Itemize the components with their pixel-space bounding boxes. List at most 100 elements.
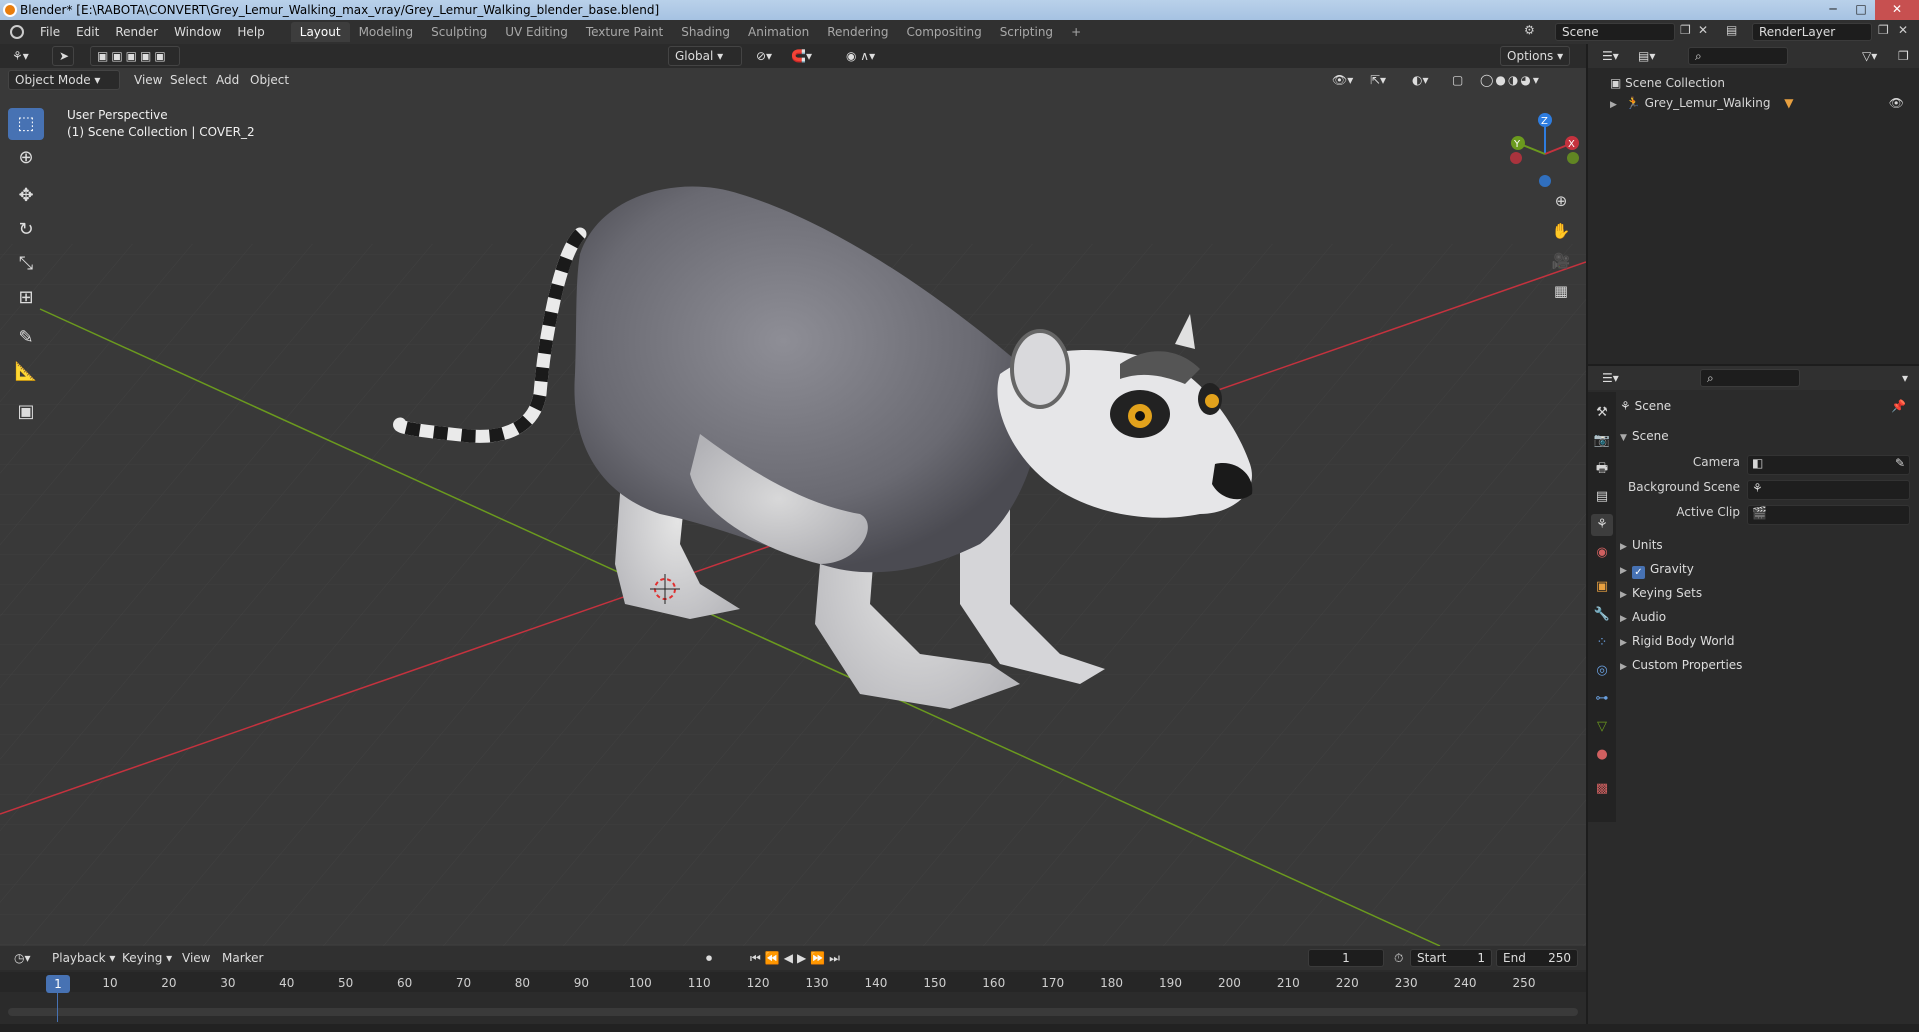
world-tab-icon[interactable]: ◉ [1591,542,1613,564]
outliner-editor-icon[interactable]: ☰▾ [1596,46,1625,66]
add-cube-tool-icon[interactable]: ▣ [8,396,44,428]
timeline-editor-icon[interactable]: ◷▾ [8,948,37,968]
ortho-grid-icon[interactable]: ▦ [1548,282,1574,304]
tab-animation[interactable]: Animation [739,22,818,42]
object-tab-icon[interactable]: ▣ [1591,576,1613,598]
particles-tab-icon[interactable]: ⁘ [1591,632,1613,654]
rigid-body-world-panel[interactable]: ▶ Rigid Body World [1620,631,1910,651]
cursor-tool-icon[interactable]: ⊕ [8,142,44,174]
eyedropper-icon[interactable]: ✎ [1895,456,1905,470]
background-scene-field[interactable]: ⚘ [1747,480,1910,500]
minimize-icon[interactable]: ─ [1819,0,1847,20]
properties-search-input[interactable]: ⌕ [1700,369,1800,387]
new-scene-icon[interactable]: ❐ [1680,23,1691,37]
end-frame-field[interactable]: End 250 [1496,949,1578,967]
select-box-tool-icon[interactable]: ⬚ [8,108,44,140]
view-layer-selector[interactable]: RenderLayer [1752,23,1872,41]
3d-viewport[interactable]: Z X Y User Perspective (1) Scene Collect… [0,44,1586,946]
move-tool-icon[interactable]: ✥ [8,180,44,212]
gizmo-toggle-icon[interactable]: ⇱▾ [1364,70,1392,90]
eye-visibility-icon[interactable]: 👁 [1889,96,1904,110]
texture-tab-icon[interactable]: ▩ [1591,778,1613,800]
timeline-menu-keying[interactable]: Keying ▾ [116,948,178,968]
options-dropdown[interactable]: Options ▾ [1500,46,1571,66]
record-icon[interactable]: ⏺ [700,948,718,968]
timeline-scrollbar[interactable] [8,1008,1578,1016]
menu-edit[interactable]: Edit [68,25,107,39]
tab-texture-paint[interactable]: Texture Paint [577,22,672,42]
camera-view-icon[interactable]: 🎥 [1548,252,1574,274]
stopwatch-icon[interactable]: ⏱ [1388,948,1409,968]
expand-arrow-icon[interactable]: ▶ [1610,100,1622,110]
remove-layer-icon[interactable]: ✕ [1898,23,1908,37]
tab-uv-editing[interactable]: UV Editing [496,22,577,42]
active-clip-field[interactable]: 🎬 [1747,505,1910,525]
close-icon[interactable]: ✕ [1875,0,1919,20]
tab-shading[interactable]: Shading [672,22,739,42]
pivot-icon[interactable]: ⊘▾ [750,46,778,66]
measure-tool-icon[interactable]: 📐 [8,356,44,388]
gravity-panel[interactable]: ▶ ✓ Gravity [1620,559,1910,579]
material-tab-icon[interactable]: ● [1591,744,1613,766]
viewport-menu-select[interactable]: Select [164,70,213,90]
shading-modes-icons[interactable]: ◯●◑◕▾ [1474,70,1547,90]
tab-scripting[interactable]: Scripting [991,22,1062,42]
keying-sets-panel[interactable]: ▶ Keying Sets [1620,583,1910,603]
playhead-frame[interactable]: 1 [46,975,70,993]
outliner-root[interactable]: ▣ Scene Collection [1610,76,1725,90]
audio-panel[interactable]: ▶ Audio [1620,607,1910,627]
blender-logo-icon[interactable] [10,25,24,39]
snap-icon[interactable]: 🧲▾ [785,46,818,66]
select-tool-icon[interactable]: ➤ [52,46,74,66]
proportional-edit-icon[interactable]: ◉ ∧▾ [840,46,881,66]
overlays-icon[interactable]: ◐▾ [1406,70,1435,90]
data-tab-icon[interactable]: ▽ [1591,716,1613,738]
view-layer-tab-icon[interactable]: ▤ [1591,486,1613,508]
transform-orientation-select[interactable]: Global ▾ [668,46,742,66]
timeline-menu-playback[interactable]: Playback ▾ [46,948,121,968]
outliner-filter-icon[interactable]: ▽▾ [1856,46,1883,66]
tab-rendering[interactable]: Rendering [818,22,897,42]
view-layer-icon[interactable]: ▤ [1726,23,1737,37]
annotate-tool-icon[interactable]: ✎ [8,322,44,354]
rotate-tool-icon[interactable]: ↻ [8,214,44,246]
output-tab-icon[interactable]: 🖶 [1591,458,1613,480]
pan-hand-icon[interactable]: ✋ [1548,222,1574,244]
scale-tool-icon[interactable]: ⤡ [8,248,44,280]
maximize-icon[interactable]: □ [1847,0,1875,20]
object-mode-select[interactable]: Object Mode ▾ [8,70,120,90]
tab-compositing[interactable]: Compositing [897,22,990,42]
gravity-checkbox[interactable]: ✓ [1632,566,1645,579]
selection-mode-icons[interactable]: ▣▣▣▣▣ [90,46,180,66]
pin-icon[interactable]: 📌 [1891,396,1906,416]
tab-sculpting[interactable]: Sculpting [422,22,496,42]
modifier-tab-icon[interactable]: 🔧 [1591,604,1613,626]
playback-controls-icons[interactable]: ⏮⏪◀▶⏩⏭ [744,948,850,968]
outliner-search-input[interactable]: ⌕ [1688,47,1788,65]
viewport-menu-add[interactable]: Add [210,70,245,90]
zoom-icon[interactable]: ⊕ [1548,192,1574,214]
remove-scene-icon[interactable]: ✕ [1698,23,1708,37]
xray-icon[interactable]: ▢ [1446,70,1469,90]
constraints-tab-icon[interactable]: ⊶ [1591,688,1613,710]
camera-field[interactable]: ◧ ✎ [1747,455,1910,475]
properties-editor-icon[interactable]: ☰▾ [1596,368,1625,388]
start-frame-field[interactable]: Start 1 [1410,949,1492,967]
tool-tab-icon[interactable]: ⚒ [1591,402,1613,424]
properties-options-icon[interactable]: ▾ [1896,368,1914,388]
menu-file[interactable]: File [32,25,68,39]
units-panel[interactable]: ▶ Units [1620,535,1910,555]
custom-properties-panel[interactable]: ▶ Custom Properties [1620,655,1910,675]
physics-tab-icon[interactable]: ◎ [1591,660,1613,682]
new-collection-icon[interactable]: ❐ [1892,46,1915,66]
transform-tool-icon[interactable]: ⊞ [8,282,44,314]
timeline-menu-marker[interactable]: Marker [216,948,269,968]
current-frame-field[interactable]: 1 [1308,949,1384,967]
menu-render[interactable]: Render [107,25,166,39]
menu-window[interactable]: Window [166,25,229,39]
outliner-item[interactable]: ▶ 🏃 Grey_Lemur_Walking ▼ 👁 [1610,96,1910,110]
render-tab-icon[interactable]: 📷 [1591,430,1613,452]
tab-modeling[interactable]: Modeling [350,22,423,42]
visibility-icon[interactable]: 👁▾ [1326,70,1359,90]
viewport-menu-view[interactable]: View [128,70,168,90]
